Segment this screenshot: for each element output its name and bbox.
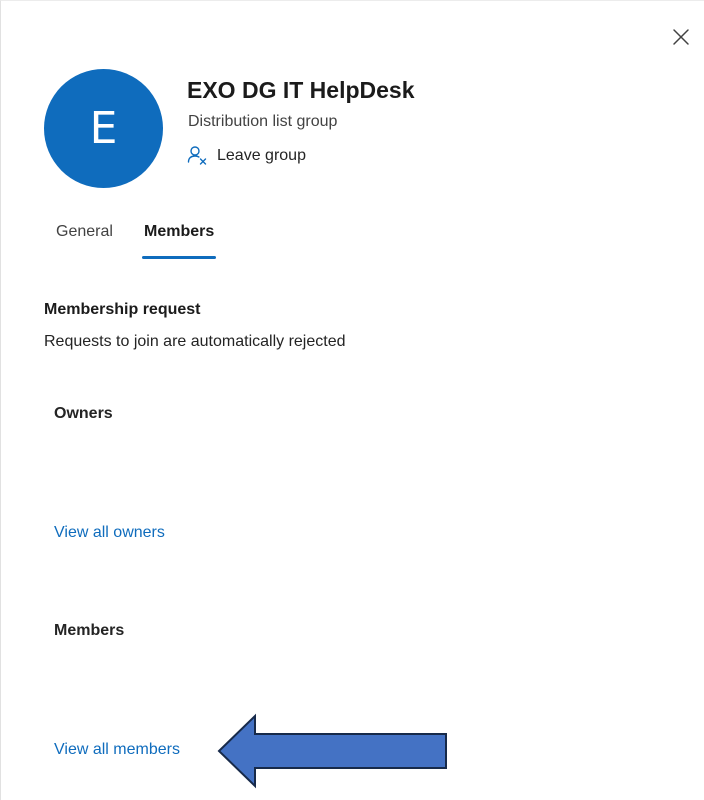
- close-icon: [673, 29, 689, 45]
- tab-general[interactable]: General: [56, 223, 113, 261]
- view-all-members-link[interactable]: View all members: [54, 741, 180, 759]
- tab-members[interactable]: Members: [142, 223, 217, 261]
- leave-group-label: Leave group: [217, 147, 306, 164]
- group-type: Distribution list group: [188, 113, 338, 130]
- members-heading: Members: [54, 622, 125, 639]
- tab-general-label: General: [56, 223, 113, 240]
- membership-request-heading: Membership request: [44, 301, 201, 318]
- tab-members-label: Members: [144, 223, 215, 240]
- left-arrow-annotation: [217, 713, 447, 789]
- avatar-initial: E: [89, 102, 118, 154]
- group-details-panel: E EXO DG IT HelpDesk Distribution list g…: [0, 0, 704, 800]
- arrow-shape: [217, 713, 447, 789]
- group-avatar: E: [44, 69, 163, 188]
- close-button[interactable]: [669, 25, 693, 49]
- person-remove-icon: [187, 146, 207, 165]
- owners-heading: Owners: [54, 405, 113, 422]
- view-all-owners-link[interactable]: View all owners: [54, 524, 165, 542]
- membership-request-text: Requests to join are automatically rejec…: [44, 333, 346, 350]
- leave-group-button[interactable]: Leave group: [187, 143, 306, 169]
- group-title: EXO DG IT HelpDesk: [187, 77, 415, 103]
- selected-tab-indicator: [142, 256, 217, 259]
